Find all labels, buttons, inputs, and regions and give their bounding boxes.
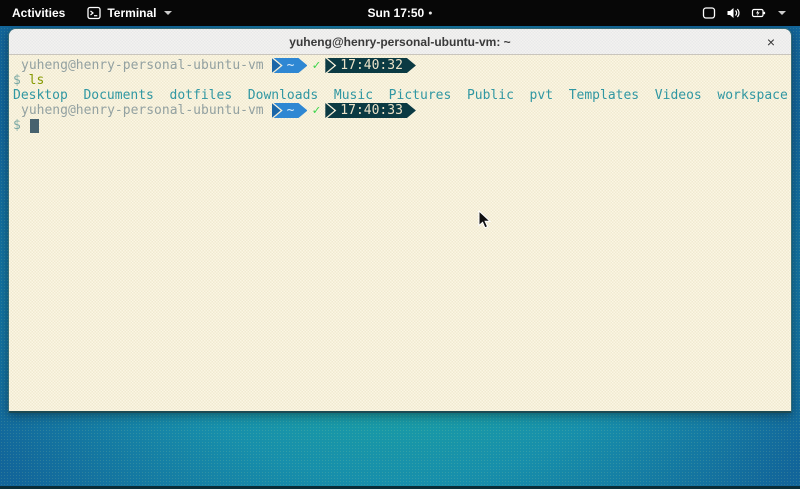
app-menu-label: Terminal: [107, 6, 156, 20]
terminal-window: yuheng@henry-personal-ubuntu-vm: ~ × yuh…: [8, 28, 792, 413]
window-title: yuheng@henry-personal-ubuntu-vm: ~: [289, 35, 510, 49]
desktop: Activities Terminal Sun 17:50 ●: [0, 0, 800, 489]
terminal-cursor: [30, 119, 39, 133]
battery-charging-icon: [751, 6, 766, 20]
prompt-dollar: $: [13, 73, 21, 88]
chevron-down-icon: [778, 11, 786, 15]
system-tray[interactable]: [694, 0, 794, 26]
ls-output-line: Desktop Documents dotfiles Downloads Mus…: [13, 88, 789, 103]
check-icon: ✓: [312, 103, 320, 118]
cursor-line: $: [13, 118, 789, 133]
prompt-user: yuheng@henry-personal-ubuntu-vm: [21, 103, 264, 118]
top-bar: Activities Terminal Sun 17:50 ●: [0, 0, 800, 26]
prompt-time-segment: 17:40:33: [327, 103, 416, 118]
prompt-line-1: yuheng@henry-personal-ubuntu-vm ~ ✓ 17:4…: [13, 58, 789, 73]
command-text: ls: [29, 73, 45, 88]
volume-icon: [726, 6, 741, 20]
prompt-user: yuheng@henry-personal-ubuntu-vm: [21, 58, 264, 73]
app-menu-terminal[interactable]: Terminal: [77, 0, 182, 26]
activities-button[interactable]: Activities: [0, 0, 77, 26]
command-line: $ ls: [13, 73, 789, 88]
window-titlebar[interactable]: yuheng@henry-personal-ubuntu-vm: ~ ×: [9, 29, 791, 55]
check-icon: ✓: [312, 58, 320, 73]
clock-button[interactable]: Sun 17:50 ●: [368, 0, 433, 26]
terminal-icon: [87, 6, 101, 20]
terminal-content[interactable]: yuheng@henry-personal-ubuntu-vm ~ ✓ 17:4…: [9, 55, 791, 411]
prompt-dollar: $: [13, 118, 21, 133]
notification-dot-icon: ●: [428, 10, 432, 17]
chevron-down-icon: [164, 11, 172, 15]
screen-icon: [702, 6, 716, 20]
clock-label: Sun 17:50: [368, 6, 425, 20]
prompt-time-segment: 17:40:32: [327, 58, 416, 73]
close-button[interactable]: ×: [761, 29, 781, 55]
ls-output: Desktop Documents dotfiles Downloads Mus…: [13, 88, 788, 103]
prompt-line-2: yuheng@henry-personal-ubuntu-vm ~ ✓ 17:4…: [13, 103, 789, 118]
